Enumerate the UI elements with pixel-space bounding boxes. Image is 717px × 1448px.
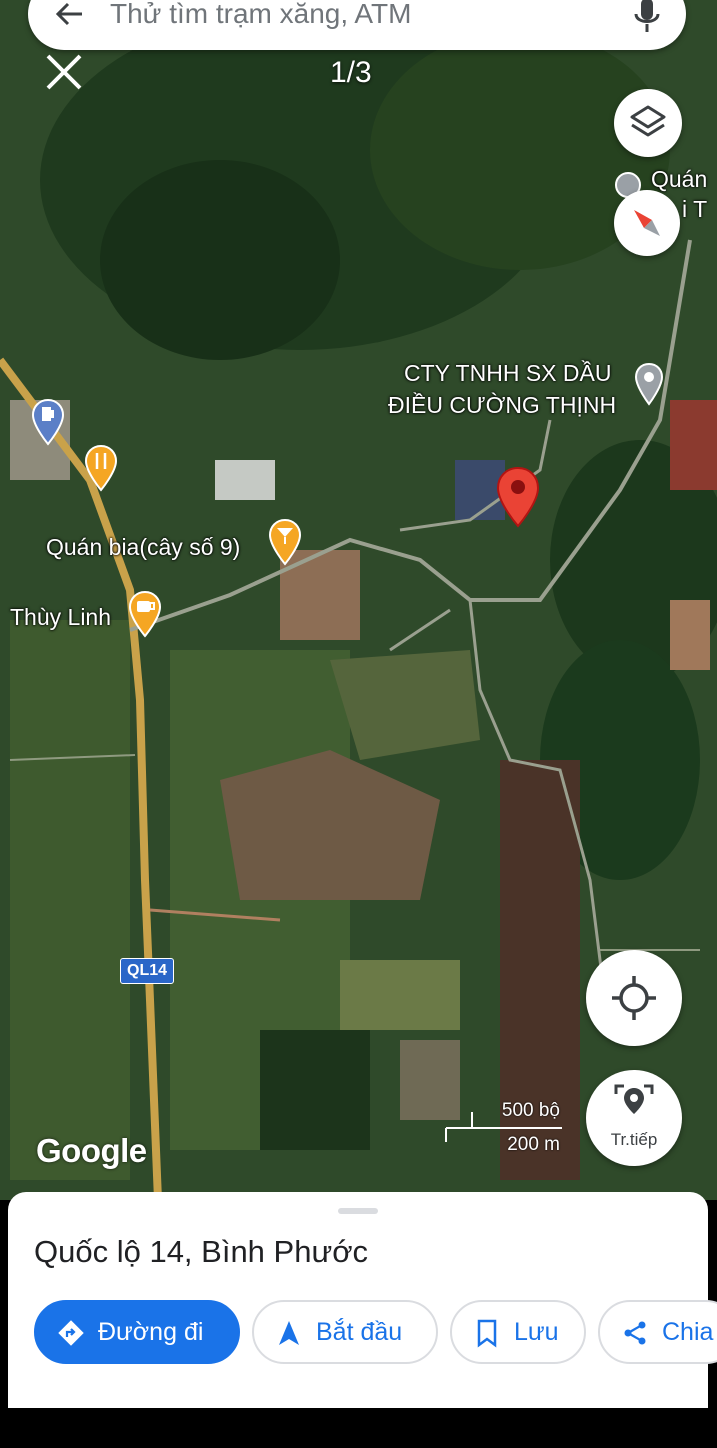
directions-icon [58, 1320, 84, 1346]
place-title: Quốc lộ 14, Bình Phước [34, 1234, 369, 1269]
bookmark-icon [477, 1319, 497, 1348]
my-location-icon [612, 976, 656, 1020]
quan-bia-label[interactable]: Quán bia(cây số 9) [46, 534, 240, 561]
navigate-label: Tr.tiếp [610, 1130, 658, 1149]
live-view-icon [614, 1084, 654, 1114]
microphone-icon[interactable] [632, 0, 662, 36]
share-label: Chia [662, 1318, 714, 1346]
close-icon[interactable] [44, 52, 84, 92]
scale-bar: 500 bộ 200 m [444, 1098, 564, 1158]
back-arrow-icon[interactable] [52, 0, 88, 32]
start-label: Bắt đầu [316, 1318, 403, 1346]
directions-button[interactable]: Đường đi [34, 1300, 240, 1364]
navigate-button[interactable]: Tr.tiếp [586, 1070, 682, 1166]
layers-icon [630, 105, 666, 137]
location-pin-icon[interactable] [496, 466, 540, 528]
scale-feet: 500 bộ [501, 1100, 560, 1121]
company-label-line2[interactable]: ĐIỀU CƯỜNG THỊNH [388, 392, 616, 419]
scale-meters: 200 m [507, 1134, 560, 1155]
compass-icon [634, 210, 660, 236]
navigation-arrow-icon [279, 1321, 299, 1345]
google-attribution: Google [36, 1132, 147, 1169]
save-label: Lưu [514, 1318, 559, 1346]
place-sheet[interactable]: Quốc lộ 14, Bình Phước Đường đi Bắt đầu … [8, 1192, 717, 1412]
cafe-icon[interactable] [128, 590, 162, 640]
layers-button[interactable] [614, 89, 682, 157]
share-button[interactable]: Chia [598, 1300, 717, 1364]
company-label-line1[interactable]: CTY TNHH SX DẦU [404, 360, 611, 387]
share-icon [624, 1321, 646, 1345]
my-location-button[interactable] [586, 950, 682, 1046]
directions-label: Đường đi [98, 1318, 204, 1346]
start-button[interactable]: Bắt đầu [252, 1300, 438, 1364]
place-marker-icon[interactable] [634, 362, 664, 408]
highway-shield: QL14 [120, 958, 175, 984]
save-button[interactable]: Lưu [450, 1300, 586, 1364]
quan-partial-label-2[interactable]: i T [682, 196, 707, 223]
search-input[interactable]: Thử tìm trạm xăng, ATM [110, 0, 411, 30]
thuy-linh-label[interactable]: Thùy Linh [10, 604, 111, 631]
search-bar[interactable]: Thử tìm trạm xăng, ATM [28, 0, 686, 50]
gas-station-icon[interactable] [31, 398, 65, 448]
sheet-handle[interactable] [338, 1208, 378, 1214]
image-counter: 1/3 [330, 56, 372, 89]
system-nav-bar [0, 1408, 717, 1448]
restaurant-icon[interactable] [84, 444, 118, 494]
bar-icon[interactable] [268, 518, 302, 568]
compass-button[interactable] [614, 190, 680, 256]
quan-partial-label[interactable]: Quán [651, 166, 707, 193]
